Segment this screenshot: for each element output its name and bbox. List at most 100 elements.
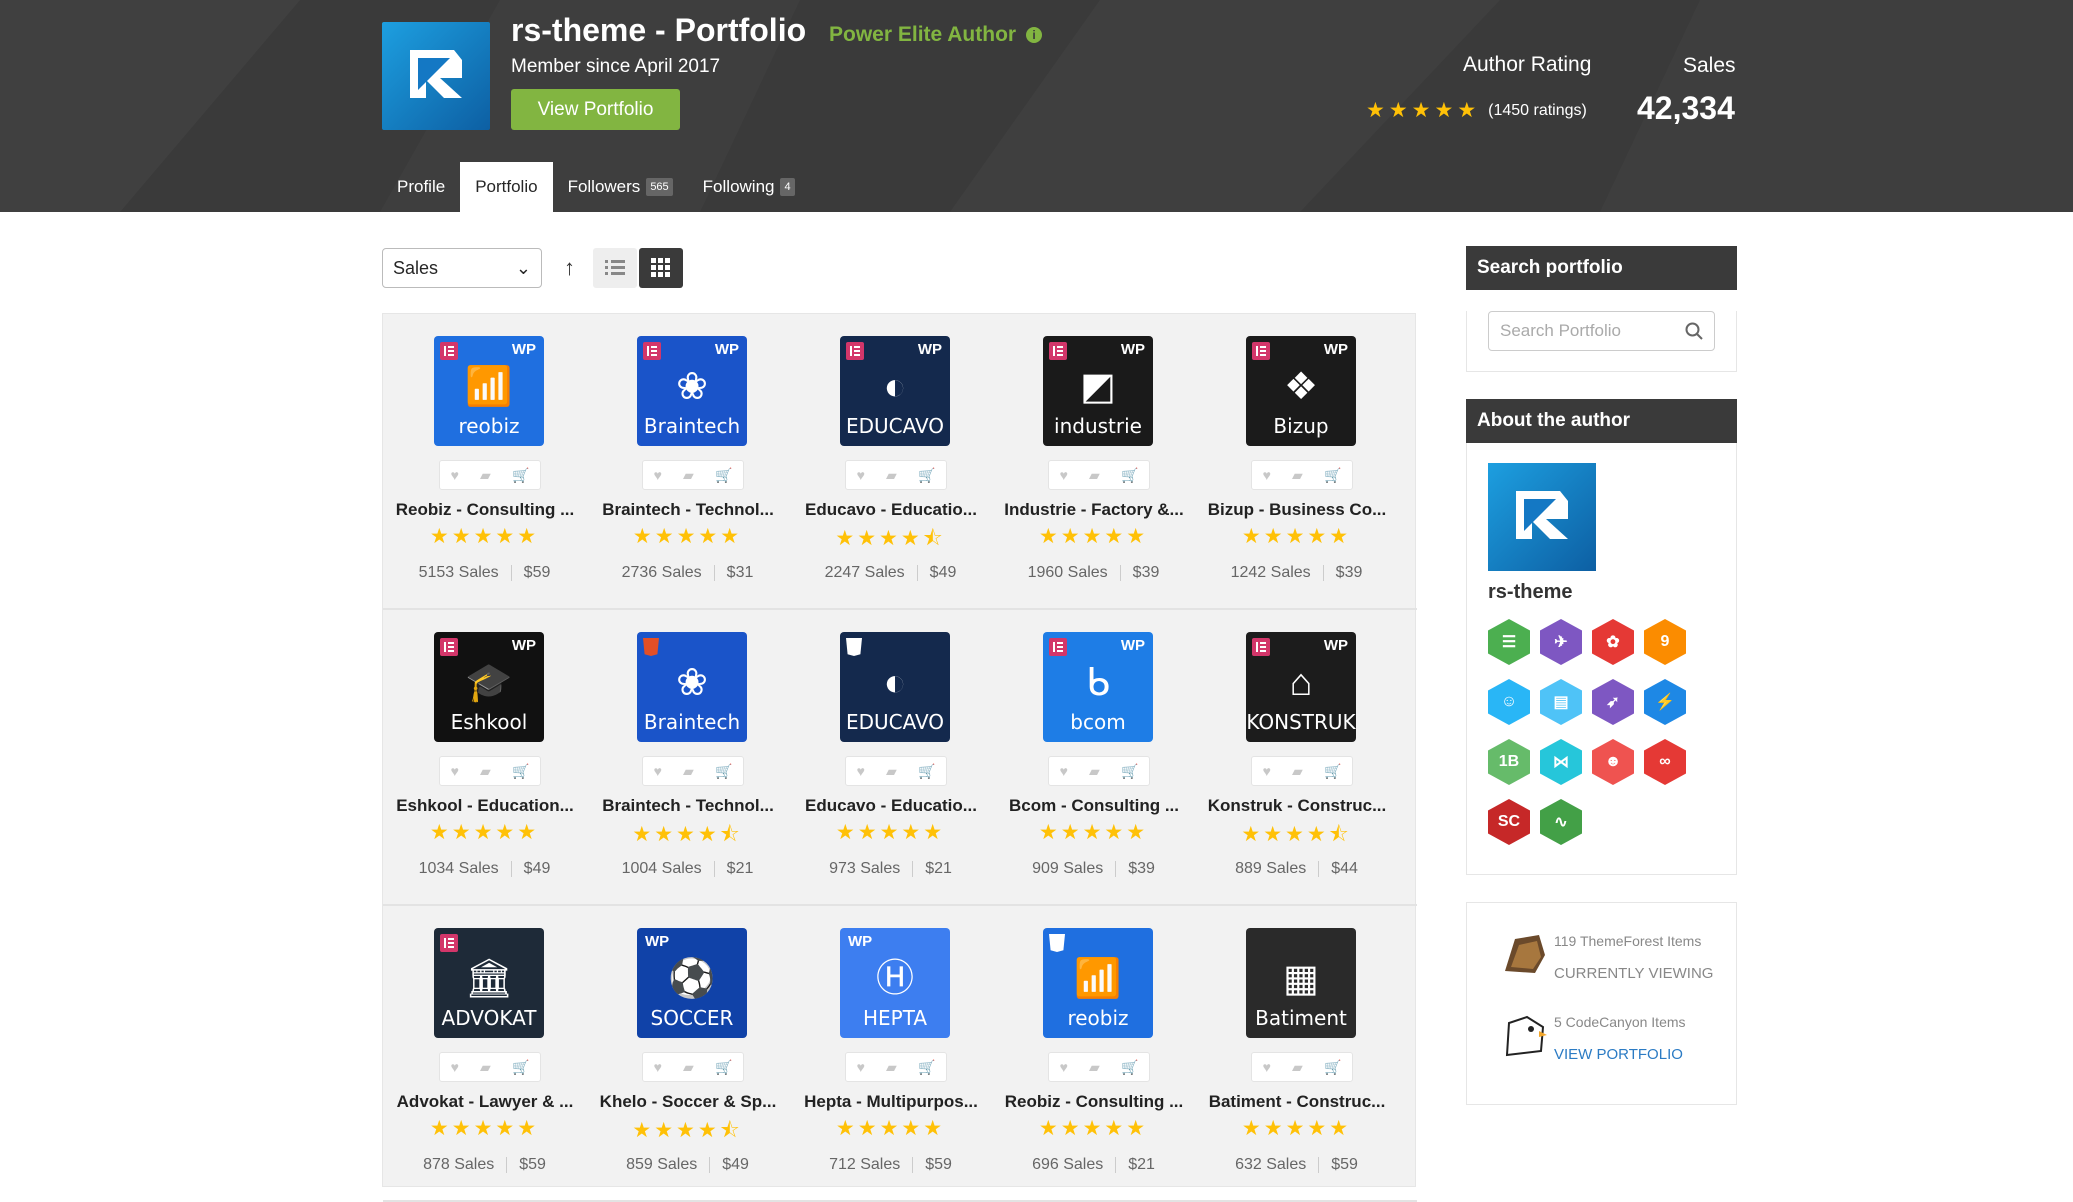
- item-thumbnail[interactable]: WP ❖ Bizup: [1246, 336, 1356, 446]
- user-icon[interactable]: ☺: [1488, 679, 1530, 725]
- cart-icon[interactable]: 🛒: [715, 467, 732, 484]
- heart-icon[interactable]: ♥: [1060, 1059, 1068, 1075]
- folder-icon[interactable]: ▰: [683, 467, 694, 484]
- link-icon[interactable]: ∞: [1644, 739, 1686, 785]
- item-title[interactable]: Braintech - Technol...: [598, 500, 778, 520]
- item-title[interactable]: Hepta - Multipurpos...: [801, 1092, 981, 1112]
- folder-icon[interactable]: ▰: [1089, 1059, 1100, 1076]
- tab-followers[interactable]: Followers 565: [553, 162, 688, 212]
- item-thumbnail[interactable]: WP 🎓 Eshkool: [434, 632, 544, 742]
- cart-icon[interactable]: 🛒: [918, 763, 935, 780]
- stack-icon[interactable]: ☰: [1488, 619, 1530, 665]
- cart-icon[interactable]: 🛒: [918, 467, 935, 484]
- cart-icon[interactable]: 🛒: [715, 1059, 732, 1076]
- community-icon[interactable]: ☻: [1592, 739, 1634, 785]
- item-thumbnail[interactable]: WP 📶 reobiz: [434, 336, 544, 446]
- folder-icon[interactable]: ▰: [480, 1059, 491, 1076]
- item-title[interactable]: Industrie - Factory &...: [1004, 500, 1184, 520]
- year-9-icon[interactable]: 9: [1644, 619, 1686, 665]
- sort-select[interactable]: Sales ⌄: [382, 248, 542, 288]
- bolt-icon[interactable]: ⚡: [1644, 679, 1686, 725]
- item-thumbnail[interactable]: ◐ EDUCAVO: [840, 632, 950, 742]
- folder-icon[interactable]: ▰: [683, 763, 694, 780]
- view-portfolio-link[interactable]: VIEW PORTFOLIO: [1554, 1046, 1683, 1063]
- heart-icon[interactable]: ♥: [857, 763, 865, 779]
- cart-icon[interactable]: 🛒: [1324, 1059, 1341, 1076]
- portfolio-item[interactable]: WP ◐ EDUCAVO ♥ ▰ 🛒 Educavo - Educatio... ★★★★⯪ 2…: [789, 314, 992, 610]
- portfolio-item[interactable]: WP ◩ industrie ♥ ▰ 🛒 Industrie - Factory &... ★…: [992, 314, 1195, 610]
- author-avatar[interactable]: [1488, 463, 1596, 571]
- folder-icon[interactable]: ▰: [1292, 763, 1303, 780]
- cart-icon[interactable]: 🛒: [1324, 763, 1341, 780]
- portfolio-item[interactable]: ❀ Braintech ♥ ▰ 🛒 Braintech - Technol... ★★★★⯪…: [586, 610, 789, 906]
- folder-icon[interactable]: ▰: [480, 467, 491, 484]
- folder-icon[interactable]: ▰: [886, 1059, 897, 1076]
- cart-icon[interactable]: 🛒: [918, 1059, 935, 1076]
- tab-portfolio[interactable]: Portfolio: [460, 162, 553, 212]
- folder-icon[interactable]: ▰: [1089, 467, 1100, 484]
- item-thumbnail[interactable]: WP ᑲ bcom: [1043, 632, 1153, 742]
- arrow-up-icon[interactable]: ↑: [564, 255, 575, 281]
- item-title[interactable]: Batiment - Construc...: [1207, 1092, 1387, 1112]
- item-thumbnail[interactable]: WP ◐ EDUCAVO: [840, 336, 950, 446]
- heart-icon[interactable]: ♥: [857, 1059, 865, 1075]
- rocket-icon[interactable]: ✈: [1540, 619, 1582, 665]
- item-title[interactable]: Advokat - Lawyer & ...: [395, 1092, 575, 1112]
- portfolio-item[interactable]: ▦ Batiment ♥ ▰ 🛒 Batiment - Construc... ★★★★★ 6…: [1195, 906, 1398, 1202]
- item-thumbnail[interactable]: ▦ Batiment: [1246, 928, 1356, 1038]
- item-title[interactable]: Reobiz - Consulting ...: [1004, 1092, 1184, 1112]
- bow-icon[interactable]: ⋈: [1540, 739, 1582, 785]
- heart-icon[interactable]: ♥: [1060, 467, 1068, 483]
- cart-icon[interactable]: 🛒: [715, 763, 732, 780]
- item-title[interactable]: Braintech - Technol...: [598, 796, 778, 816]
- item-thumbnail[interactable]: WP ⌂ KONSTRUK: [1246, 632, 1356, 742]
- folder-icon[interactable]: ▰: [1089, 763, 1100, 780]
- folder-icon[interactable]: ▰: [1292, 467, 1303, 484]
- item-title[interactable]: Konstruk - Construc...: [1207, 796, 1387, 816]
- item-thumbnail[interactable]: WP ❀ Braintech: [637, 336, 747, 446]
- item-thumbnail[interactable]: ❀ Braintech: [637, 632, 747, 742]
- grid-view-button[interactable]: [639, 248, 683, 288]
- portfolio-item[interactable]: WP ❀ Braintech ♥ ▰ 🛒 Braintech - Technol... ★★★…: [586, 314, 789, 610]
- item-title[interactable]: Bcom - Consulting ...: [1004, 796, 1184, 816]
- folder-icon[interactable]: ▰: [886, 763, 897, 780]
- item-thumbnail[interactable]: 🏛 ADVOKAT: [434, 928, 544, 1038]
- heart-icon[interactable]: ♥: [451, 467, 459, 483]
- heart-icon[interactable]: ♥: [451, 763, 459, 779]
- folder-icon[interactable]: ▰: [683, 1059, 694, 1076]
- item-title[interactable]: Educavo - Educatio...: [801, 796, 981, 816]
- author-username[interactable]: rs-theme: [1488, 581, 1572, 604]
- portfolio-item[interactable]: WP Ⓗ HEPTA ♥ ▰ 🛒 Hepta - Multipurpos... ★★★★★ 71…: [789, 906, 992, 1202]
- item-thumbnail[interactable]: WP ◩ industrie: [1043, 336, 1153, 446]
- view-portfolio-button[interactable]: View Portfolio: [511, 89, 680, 130]
- folder-icon[interactable]: ▰: [480, 763, 491, 780]
- heart-icon[interactable]: ♥: [451, 1059, 459, 1075]
- portfolio-item[interactable]: WP ⌂ KONSTRUK ♥ ▰ 🛒 Konstruk - Construc... ★★★★…: [1195, 610, 1398, 906]
- portfolio-item[interactable]: WP 🎓 Eshkool ♥ ▰ 🛒 Eshkool - Education... ★★★★★…: [383, 610, 586, 906]
- pulse-icon[interactable]: ∿: [1540, 799, 1582, 845]
- portfolio-item[interactable]: 🏛 ADVOKAT ♥ ▰ 🛒 Advokat - Lawyer & ... ★★★★★ 87…: [383, 906, 586, 1202]
- portfolio-item[interactable]: WP ⚽ SOCCER ♥ ▰ 🛒 Khelo - Soccer & Sp... ★★★★⯪ 8…: [586, 906, 789, 1202]
- sales-1b-icon[interactable]: 1B: [1488, 739, 1530, 785]
- sc-icon[interactable]: SC: [1488, 799, 1530, 845]
- portfolio-item[interactable]: 📶 reobiz ♥ ▰ 🛒 Reobiz - Consulting ... ★★★★★ 69…: [992, 906, 1195, 1202]
- item-thumbnail[interactable]: WP Ⓗ HEPTA: [840, 928, 950, 1038]
- item-thumbnail[interactable]: WP ⚽ SOCCER: [637, 928, 747, 1038]
- heart-icon[interactable]: ♥: [1263, 763, 1271, 779]
- cart-icon[interactable]: 🛒: [1121, 763, 1138, 780]
- heart-icon[interactable]: ♥: [654, 467, 662, 483]
- search-icon[interactable]: [1685, 322, 1703, 340]
- cart-icon[interactable]: 🛒: [512, 763, 529, 780]
- cart-icon[interactable]: 🛒: [1121, 1059, 1138, 1076]
- cart-icon[interactable]: 🛒: [1121, 467, 1138, 484]
- item-title[interactable]: Bizup - Business Co...: [1207, 500, 1387, 520]
- portfolio-item[interactable]: WP ᑲ bcom ♥ ▰ 🛒 Bcom - Consulting ... ★★★★★ 909 …: [992, 610, 1195, 906]
- cart-icon[interactable]: 🛒: [512, 1059, 529, 1076]
- tab-profile[interactable]: Profile: [382, 162, 460, 212]
- heart-icon[interactable]: ♥: [857, 467, 865, 483]
- item-title[interactable]: Eshkool - Education...: [395, 796, 575, 816]
- paw-icon[interactable]: ✿: [1592, 619, 1634, 665]
- portfolio-item[interactable]: WP 📶 reobiz ♥ ▰ 🛒 Reobiz - Consulting ... ★★★★★…: [383, 314, 586, 610]
- info-icon[interactable]: i: [1026, 27, 1043, 43]
- heart-icon[interactable]: ♥: [654, 763, 662, 779]
